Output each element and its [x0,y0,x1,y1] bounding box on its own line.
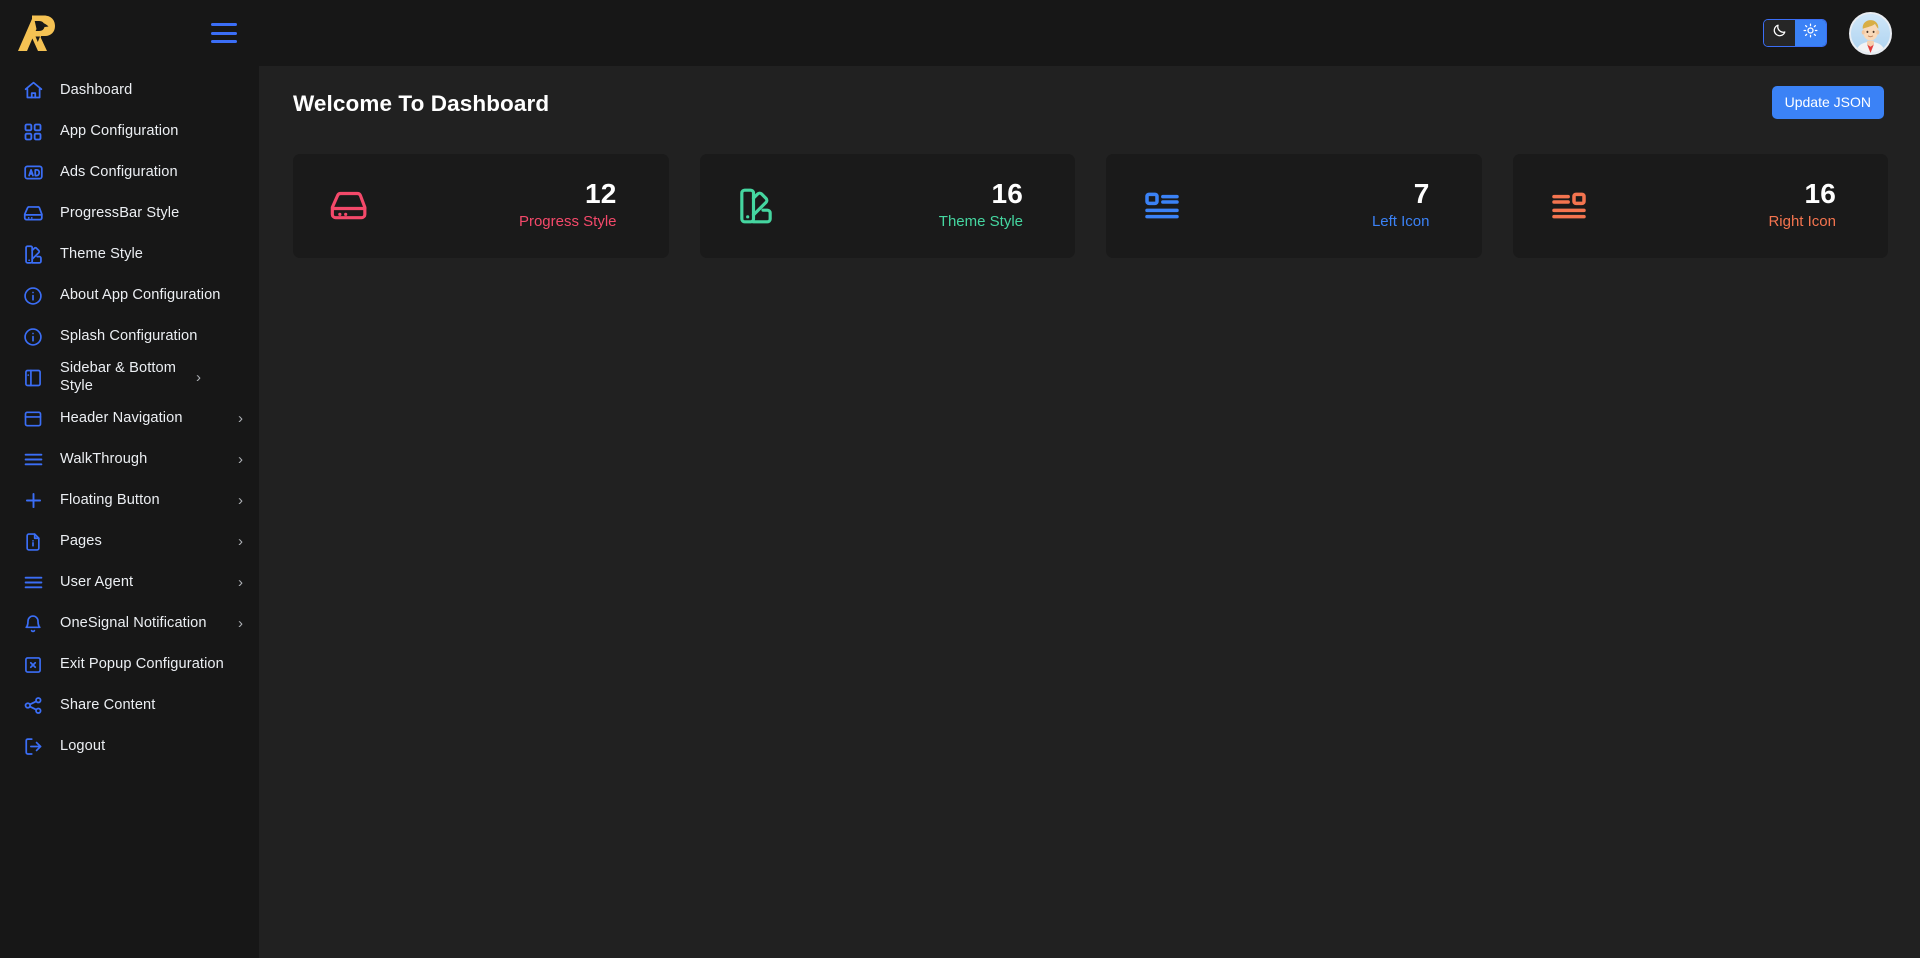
sidebar-item-label: Pages [60,532,102,549]
moon-icon [1772,23,1787,43]
stat-card-text: 12 Progress Style [518,177,617,233]
sidebar-item-floating-button[interactable]: Floating Button › [0,480,259,521]
chevron-right-icon[interactable]: › [238,616,243,631]
stat-card-label: Progress Style [518,212,617,230]
sidebar-item-label: Header Navigation [60,409,183,426]
sidebar-item-about-app-configuration[interactable]: About App Configuration [0,275,259,316]
dashboard-content: Welcome To Dashboard Update JSON 12 Prog… [259,66,1920,958]
sidebar: Dashboard App Configuration Ads Configur… [0,0,259,958]
stat-card-label: Left Icon [1371,212,1430,230]
logout-icon [22,736,44,758]
app-root: Dashboard App Configuration Ads Configur… [0,0,1920,958]
sidebar-item-label: Dashboard [60,81,133,98]
stat-card-value: 7 [1413,177,1430,209]
sidebar-item-ads-configuration[interactable]: Ads Configuration [0,152,259,193]
sidebar-item-progressbar-style[interactable]: ProgressBar Style [0,193,259,234]
sidebar-item-label: About App Configuration [60,286,221,303]
stat-cards: 12 Progress Style 16 Theme Style 7 Left … [285,154,1888,258]
stat-card-text: 16 Theme Style [938,177,1023,233]
list-left-icon [1142,186,1182,226]
sidebar-item-label: OneSignal Notification [60,614,207,631]
update-json-button[interactable]: Update JSON [1771,86,1884,119]
home-icon [22,80,44,102]
palette-icon [736,186,776,226]
stat-card-value: 12 [584,177,617,209]
info-circle-icon [22,285,44,307]
sidebar-nav: Dashboard App Configuration Ads Configur… [0,66,259,958]
file-info-icon [22,531,44,553]
menu-lines-icon [22,449,44,471]
sidebar-item-label: WalkThrough [60,450,148,467]
sidebar-item-label: Exit Popup Configuration [60,655,224,672]
bell-icon [22,613,44,635]
sidebar-header [0,0,259,66]
sidebar-item-label: Floating Button [60,491,160,508]
stat-card-label: Right Icon [1768,212,1836,230]
sidebar-item-header-navigation[interactable]: Header Navigation › [0,398,259,439]
hard-drive-icon [22,203,44,225]
sidebar-item-pages[interactable]: Pages › [0,521,259,562]
theme-toggle[interactable] [1763,19,1827,47]
panel-top-icon [22,408,44,430]
stat-card-right-icon[interactable]: 16 Right Icon [1512,154,1888,258]
sidebar-item-dashboard[interactable]: Dashboard [0,70,259,111]
stat-card-progress-style[interactable]: 12 Progress Style [293,154,669,258]
sidebar-item-label: ProgressBar Style [60,204,180,221]
avatar[interactable] [1849,11,1892,55]
theme-toggle-light-option[interactable] [1795,20,1826,46]
palette-icon [22,244,44,266]
stat-card-theme-style[interactable]: 16 Theme Style [699,154,1075,258]
chevron-right-icon[interactable]: › [238,452,243,467]
chevron-right-icon[interactable]: › [238,534,243,549]
menu-lines-icon [22,572,44,594]
chevron-right-icon[interactable]: › [238,411,243,426]
eagle-r-logo-icon[interactable] [14,12,58,54]
sidebar-item-label: Share Content [60,696,156,713]
sidebar-item-user-agent[interactable]: User Agent › [0,562,259,603]
list-right-icon [1549,186,1589,226]
grid-icon [22,121,44,143]
sidebar-item-label: Splash Configuration [60,327,198,344]
panel-left-icon [22,367,44,389]
sidebar-item-label: Logout [60,737,106,754]
theme-toggle-dark-option[interactable] [1764,20,1795,46]
sidebar-item-label: User Agent [60,573,134,590]
sidebar-item-share-content[interactable]: Share Content [0,685,259,726]
sun-icon [1803,23,1818,43]
sidebar-item-theme-style[interactable]: Theme Style [0,234,259,275]
stat-card-label: Theme Style [938,212,1023,230]
info-circle-icon [22,326,44,348]
hard-drive-icon [329,186,369,226]
hamburger-menu-icon[interactable] [211,23,237,43]
stat-card-left-icon[interactable]: 7 Left Icon [1106,154,1482,258]
ad-badge-icon [22,162,44,184]
sidebar-item-label: Ads Configuration [60,163,178,180]
sidebar-item-onesignal-notification[interactable]: OneSignal Notification › [0,603,259,644]
share-nodes-icon [22,695,44,717]
sidebar-item-walkthrough[interactable]: WalkThrough › [0,439,259,480]
topbar [259,0,1920,66]
sidebar-item-app-configuration[interactable]: App Configuration [0,111,259,152]
content-header: Welcome To Dashboard Update JSON [285,86,1888,119]
chevron-right-icon[interactable]: › [238,575,243,590]
sidebar-item-label: Sidebar & Bottom Style [60,360,176,394]
page-title: Welcome To Dashboard [293,91,550,116]
stat-card-text: 16 Right Icon [1768,177,1836,233]
box-x-icon [22,654,44,676]
sidebar-item-sidebar-bottom-style[interactable]: Sidebar & Bottom Style › [0,357,259,398]
sidebar-item-label: App Configuration [60,122,179,139]
stat-card-value: 16 [1804,177,1836,209]
main-area: Welcome To Dashboard Update JSON 12 Prog… [259,0,1920,958]
sidebar-item-logout[interactable]: Logout [0,726,259,767]
stat-card-value: 16 [991,177,1023,209]
sidebar-item-label: Theme Style [60,245,144,262]
sidebar-item-exit-popup-configuration[interactable]: Exit Popup Configuration [0,644,259,685]
stat-card-text: 7 Left Icon [1371,177,1430,233]
chevron-right-icon[interactable]: › [196,370,201,385]
sidebar-item-splash-configuration[interactable]: Splash Configuration [0,316,259,357]
chevron-right-icon[interactable]: › [238,493,243,508]
plus-icon [22,490,44,512]
